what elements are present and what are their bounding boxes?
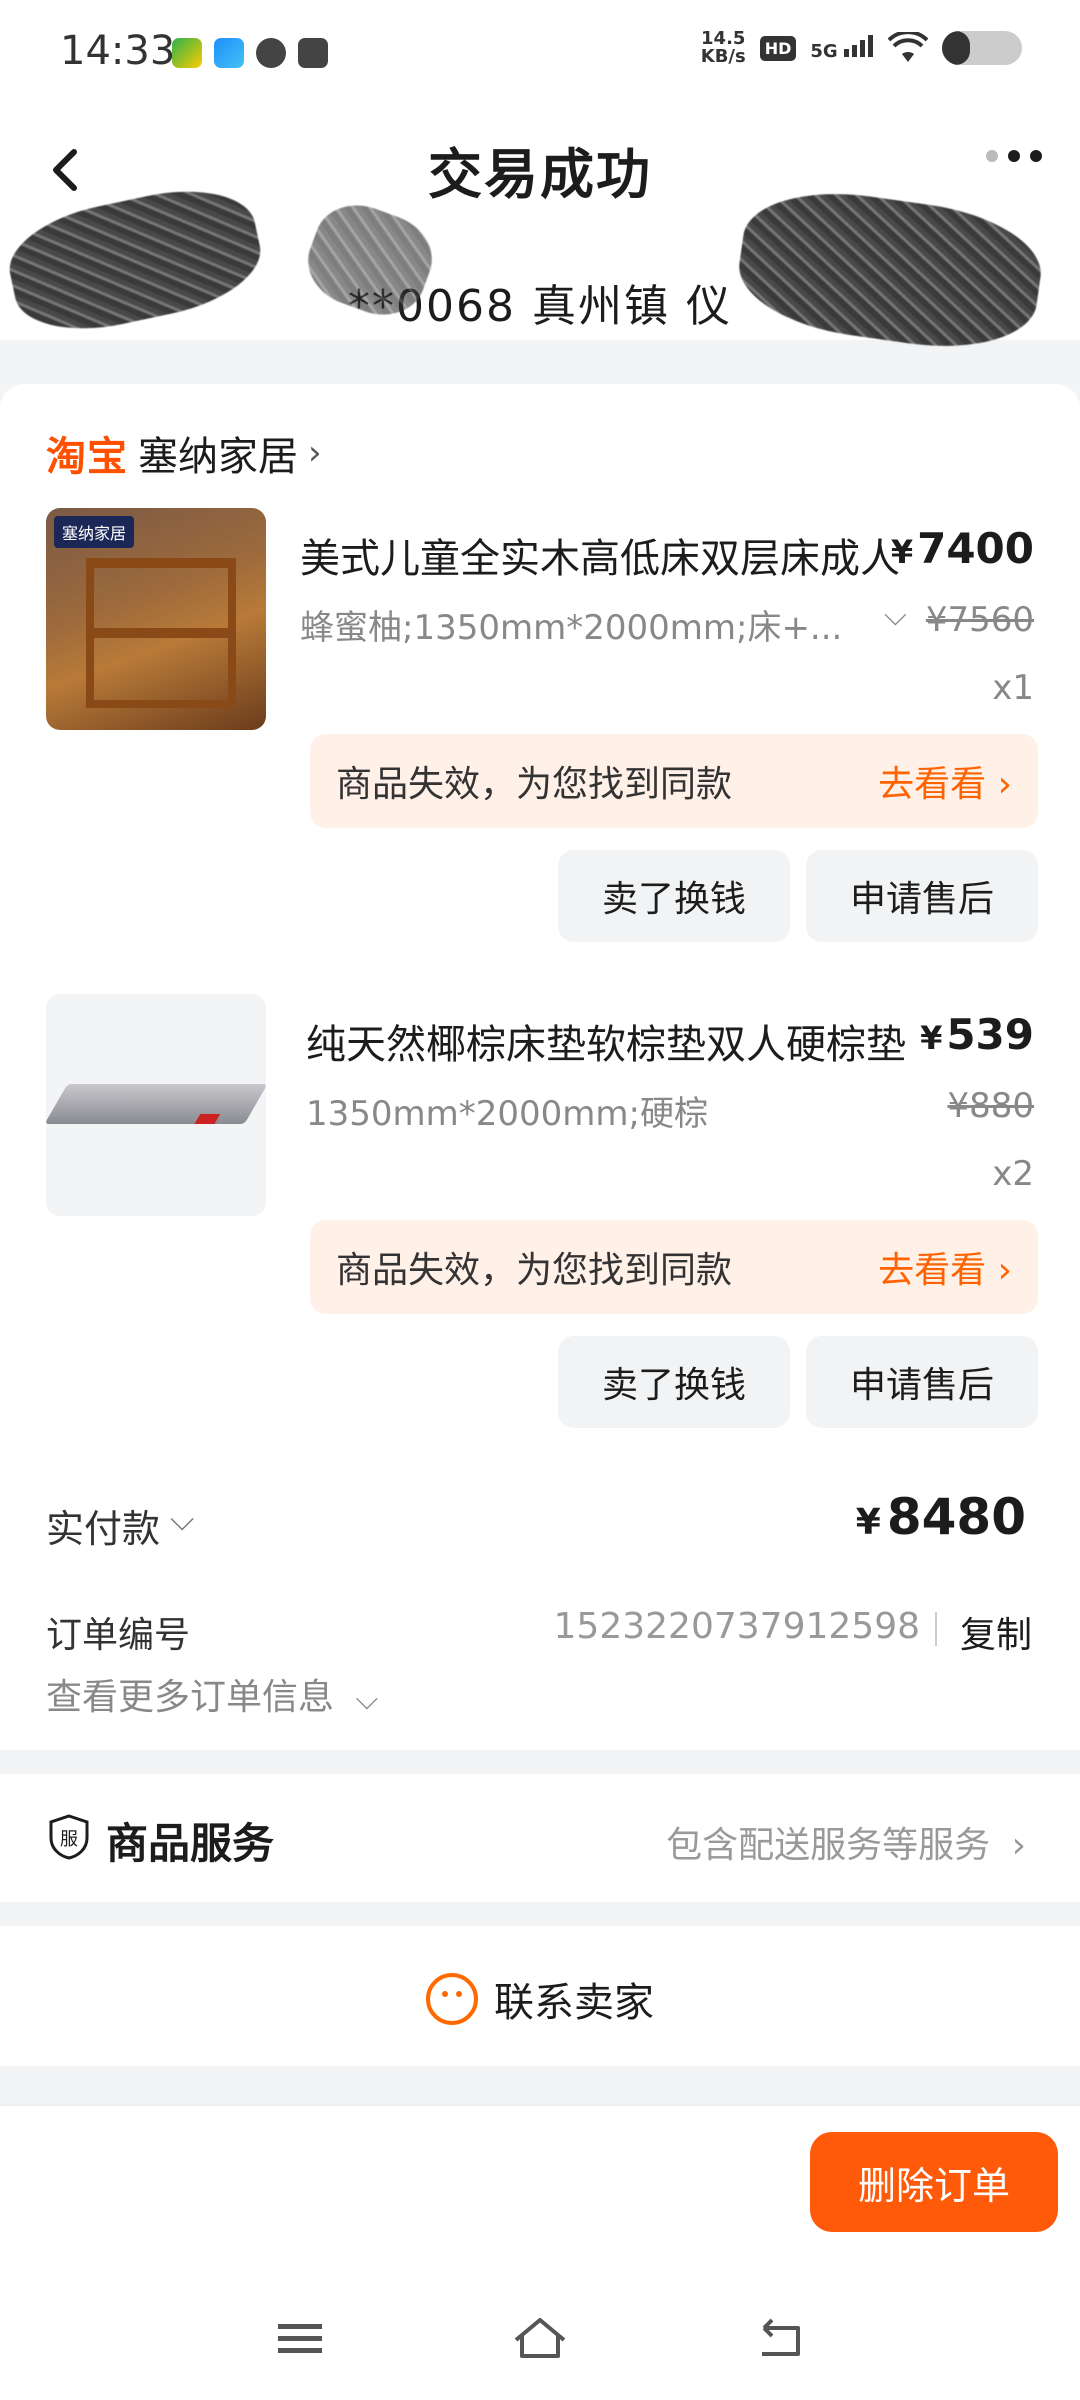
delete-order-button[interactable]: 删除订单 (810, 2132, 1058, 2232)
status-indicators: 14.5 KB/s HD 5G (701, 30, 1022, 66)
chevron-down-icon: ⌵ (355, 1682, 379, 1717)
shop-header[interactable]: 淘宝 塞纳家居 › (46, 424, 322, 482)
order-card: 淘宝 塞纳家居 › 塞纳家居 美式儿童全实木高低床双层床成人 ¥7400 蜂蜜柚… (0, 384, 1080, 1750)
bottom-action-bar: 删除订单 (0, 2104, 1080, 2274)
order-number: 1523220737912598 (553, 1606, 920, 1647)
messenger-app-icon (214, 38, 244, 68)
network-speed: 14.5 KB/s (700, 28, 746, 67)
original-price: ¥880 (947, 1086, 1034, 1126)
back-nav-icon[interactable] (750, 2314, 810, 2364)
paid-label[interactable]: 实付款 (46, 1498, 160, 1553)
seller-avatar-icon (426, 1973, 478, 2025)
after-sale-button[interactable]: 申请售后 (806, 850, 1038, 942)
nav-header: 交易成功 **0068 真州镇 仪 (0, 110, 1080, 361)
product-image[interactable]: 塞纳家居 (46, 508, 266, 730)
more-order-info-link[interactable]: 查看更多订单信息 ⌵ (46, 1668, 378, 1720)
notification-icons (172, 38, 328, 68)
chat-bubble-icon (256, 38, 286, 68)
contact-seller-label: 联系卖家 (494, 1980, 654, 2026)
hd-badge: HD (759, 35, 797, 61)
go-see-link[interactable]: 去看看 › (878, 1241, 1012, 1293)
order-number-label: 订单编号 (46, 1615, 191, 1656)
go-see-link[interactable]: 去看看 › (878, 755, 1012, 807)
system-nav-bar (0, 2274, 1080, 2400)
video-app-icon (172, 38, 202, 68)
product-price: ¥7400 (890, 524, 1034, 573)
brand-tag: 塞纳家居 (54, 516, 135, 548)
service-label: 商品服务 (106, 1819, 275, 1868)
chevron-right-icon: › (1011, 1825, 1026, 1866)
inbox-icon (298, 38, 328, 68)
signal-bars-icon (844, 34, 873, 57)
chevron-down-icon[interactable]: ⌵ (884, 598, 907, 633)
product-title[interactable]: 纯天然椰棕床垫软棕垫双人硬棕垫 (306, 1012, 906, 1070)
sell-button[interactable]: 卖了换钱 (558, 850, 790, 942)
wifi-icon (888, 32, 928, 62)
invalid-item-notice[interactable]: 商品失效，为您找到同款 去看看 › (310, 734, 1038, 828)
original-price: ¥7560 (925, 600, 1034, 640)
product-spec[interactable]: 1350mm*2000mm;硬棕 (306, 1086, 708, 1135)
menu-icon[interactable] (270, 2314, 330, 2364)
quantity: x2 (992, 1154, 1034, 1194)
after-sale-button[interactable]: 申请售后 (806, 1336, 1038, 1428)
contact-seller-row[interactable]: 联系卖家 (0, 1926, 1080, 2066)
home-icon[interactable] (510, 2314, 570, 2364)
chevron-down-icon[interactable]: ⌵ (170, 1500, 194, 1539)
chevron-right-icon: › (308, 433, 322, 473)
status-time: 14:33 (60, 28, 176, 74)
taobao-logo: 淘宝 (46, 434, 128, 480)
service-description: 包含配送服务等服务 › (666, 1825, 1026, 1866)
shop-name: 塞纳家居 (138, 434, 298, 480)
more-options-button[interactable] (986, 150, 1042, 162)
paid-amount: ¥8480 (855, 1488, 1026, 1546)
product-spec[interactable]: 蜂蜜柚;1350mm*2000mm;床+... (300, 600, 842, 649)
product-service-row[interactable]: 服 商品服务 包含配送服务等服务 › (0, 1774, 1080, 1902)
svg-text:服: 服 (60, 1829, 78, 1850)
product-title[interactable]: 美式儿童全实木高低床双层床成人 (300, 526, 900, 584)
invalid-item-notice[interactable]: 商品失效，为您找到同款 去看看 › (310, 1220, 1038, 1314)
quantity: x1 (992, 668, 1034, 708)
signal-5g-icon: 5G (810, 34, 874, 62)
copy-button[interactable]: 复制 (960, 1606, 1032, 1658)
sell-button[interactable]: 卖了换钱 (558, 1336, 790, 1428)
status-bar: 14:33 14.5 KB/s HD 5G (0, 0, 1080, 110)
product-price: ¥539 (920, 1010, 1034, 1059)
battery-icon (942, 31, 1022, 65)
divider (935, 1612, 937, 1646)
shield-icon: 服 (49, 1814, 89, 1860)
product-image[interactable] (46, 994, 266, 1216)
